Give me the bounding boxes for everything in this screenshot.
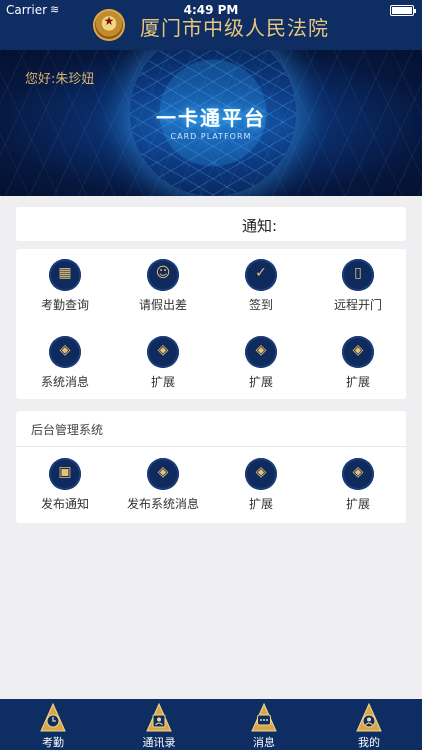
greeting: 您好:朱珍妞 bbox=[25, 68, 94, 87]
grid-item-label: 请假出差 bbox=[138, 298, 187, 312]
remote-door-icon: ▯ bbox=[342, 259, 374, 291]
grid-item-label: 系统消息 bbox=[40, 375, 89, 389]
banner-title: 一卡通平台 bbox=[156, 106, 266, 130]
extension-icon: ◈ bbox=[245, 336, 277, 368]
admin-section-header: 后台管理系统 bbox=[16, 411, 406, 447]
grid-item-sign-in[interactable]: ✓ 签到 bbox=[212, 249, 310, 315]
greeting-prefix: 您好: bbox=[25, 72, 56, 87]
grid-item-label: 签到 bbox=[248, 298, 273, 312]
grid-item-attendance-query[interactable]: ▦ 考勤查询 bbox=[16, 249, 114, 315]
tab-attendance[interactable]: 考勤 bbox=[0, 699, 106, 750]
page-title: 厦门市中级人民法院 bbox=[140, 16, 329, 40]
grid-item-extension-2[interactable]: ◈ 扩展 bbox=[212, 326, 310, 392]
tab-profile[interactable]: 我的 bbox=[316, 699, 422, 750]
tab-label: 消息 bbox=[253, 736, 275, 749]
grid-item-extension-1[interactable]: ◈ 扩展 bbox=[114, 326, 212, 392]
tab-label: 考勤 bbox=[42, 736, 64, 749]
grid-item-label: 扩展 bbox=[248, 497, 273, 511]
extension-icon: ◈ bbox=[342, 336, 374, 368]
tab-bar: 考勤 通讯录 消息 我的 bbox=[0, 699, 422, 750]
app-header: Carrier ≋ 4:49 PM 厦门市中级人民法院 bbox=[0, 0, 422, 50]
battery-icon bbox=[390, 5, 416, 16]
grid-item-label: 扩展 bbox=[345, 497, 370, 511]
system-message-icon: ◈ bbox=[49, 336, 81, 368]
grid-item-label: 扩展 bbox=[248, 375, 273, 389]
contacts-tab-icon bbox=[146, 702, 172, 733]
court-emblem-icon bbox=[93, 9, 125, 41]
grid-item-admin-extension-2[interactable]: ◈ 扩展 bbox=[309, 448, 407, 514]
tab-contacts[interactable]: 通讯录 bbox=[106, 699, 212, 750]
notice-label: 通知: bbox=[242, 217, 278, 235]
notice-bar[interactable]: 通知: bbox=[16, 207, 406, 241]
admin-section-title: 后台管理系统 bbox=[31, 423, 104, 437]
publish-notice-icon: ▣ bbox=[49, 458, 81, 490]
grid-item-label: 远程开门 bbox=[333, 298, 382, 312]
grid-item-publish-notice[interactable]: ▣ 发布通知 bbox=[16, 448, 114, 514]
grid-item-label: 发布系统消息 bbox=[126, 497, 199, 511]
grid-item-label: 扩展 bbox=[345, 375, 370, 389]
profile-tab-icon bbox=[356, 702, 382, 733]
banner: 您好:朱珍妞 一卡通平台 CARD PLATFORM bbox=[0, 50, 422, 196]
grid-item-label: 发布通知 bbox=[40, 497, 89, 511]
grid-item-extension-3[interactable]: ◈ 扩展 bbox=[309, 326, 407, 392]
admin-section: 后台管理系统 ▣ 发布通知 ◈ 发布系统消息 ◈ 扩展 ◈ 扩展 bbox=[16, 411, 406, 523]
user-name: 朱珍妞 bbox=[55, 72, 95, 87]
banner-subtitle: CARD PLATFORM bbox=[170, 132, 252, 141]
grid-item-label: 考勤查询 bbox=[40, 298, 89, 312]
tab-messages[interactable]: 消息 bbox=[211, 699, 317, 750]
extension-icon: ◈ bbox=[245, 458, 277, 490]
extension-icon: ◈ bbox=[147, 336, 179, 368]
grid-item-leave-request[interactable]: ☺ 请假出差 bbox=[114, 249, 212, 315]
extension-icon: ◈ bbox=[342, 458, 374, 490]
grid-item-publish-system-message[interactable]: ◈ 发布系统消息 bbox=[114, 448, 212, 514]
grid-item-label: 扩展 bbox=[150, 375, 175, 389]
grid-item-system-message[interactable]: ◈ 系统消息 bbox=[16, 326, 114, 392]
publish-system-message-icon: ◈ bbox=[147, 458, 179, 490]
tab-label: 我的 bbox=[358, 736, 380, 749]
sign-in-icon: ✓ bbox=[245, 259, 277, 291]
grid-item-remote-door[interactable]: ▯ 远程开门 bbox=[309, 249, 407, 315]
attendance-tab-icon bbox=[40, 702, 66, 733]
feature-grid: ▦ 考勤查询 ☺ 请假出差 ✓ 签到 ▯ 远程开门 ◈ 系统消息 ◈ 扩展 ◈ … bbox=[16, 249, 406, 399]
message-tab-icon bbox=[251, 702, 277, 733]
grid-item-admin-extension-1[interactable]: ◈ 扩展 bbox=[212, 448, 310, 514]
attendance-query-icon: ▦ bbox=[49, 259, 81, 291]
tab-label: 通讯录 bbox=[142, 736, 176, 749]
leave-request-icon: ☺ bbox=[147, 259, 179, 291]
